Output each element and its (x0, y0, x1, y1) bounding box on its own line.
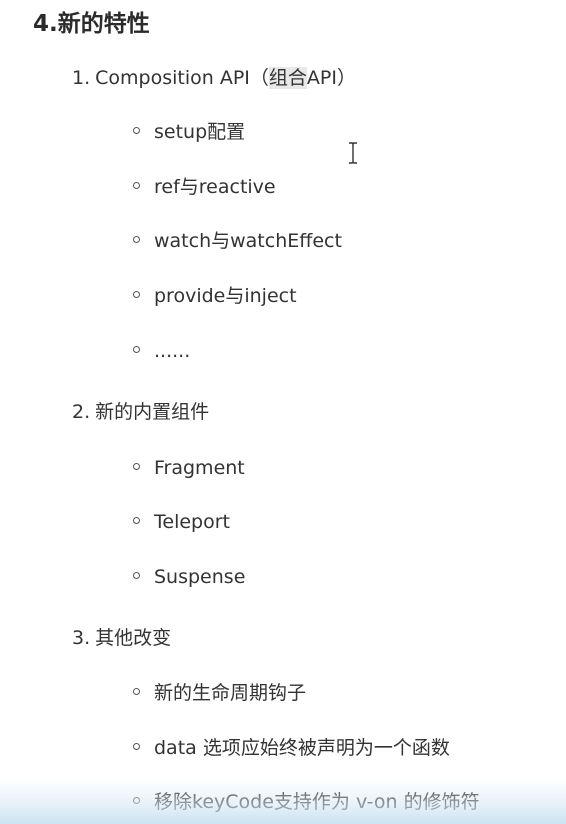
bullet-icon (133, 346, 140, 353)
bullet-icon (133, 236, 140, 243)
bullet-item-label: provide与inject (154, 285, 297, 307)
item-number: 3. (72, 627, 91, 649)
bullet-icon (133, 517, 140, 524)
bullet-item-label: 新的生命周期钩子 (154, 682, 307, 704)
bullet-item: data 选项应始终被声明为一个函数 (133, 735, 450, 761)
ordered-item-composition-api: 1. Composition API（组合API） (72, 65, 356, 91)
bullet-icon (133, 127, 140, 134)
ordered-item-other-changes: 3. 其他改变 (72, 625, 171, 651)
bullet-item: Fragment (133, 455, 245, 481)
bullet-item-label: setup配置 (154, 121, 246, 143)
bullet-icon (133, 797, 140, 804)
bullet-item: watch与watchEffect (133, 228, 342, 254)
selected-text: 组合 (268, 67, 307, 89)
bullet-icon (133, 572, 140, 579)
bullet-icon (133, 291, 140, 298)
item-number: 1. (72, 67, 91, 89)
item-label: Composition API（ (95, 67, 269, 89)
bullet-item: Teleport (133, 509, 230, 535)
bullet-icon (133, 182, 140, 189)
item-label: 新的内置组件 (95, 401, 210, 423)
bullet-item-label: Suspense (154, 566, 246, 588)
bullet-item: Suspense (133, 564, 245, 590)
item-label: 其他改变 (95, 627, 172, 649)
bullet-item-label: watch与watchEffect (154, 230, 342, 252)
item-label-rest: API） (306, 67, 356, 89)
bullet-item: ...... (133, 338, 190, 364)
bullet-item-label: ref与reactive (154, 176, 276, 198)
ordered-item-builtin-components: 2. 新的内置组件 (72, 399, 209, 425)
bullet-item-label: Teleport (154, 511, 230, 533)
item-number: 2. (72, 401, 91, 423)
bullet-item-label: data 选项应始终被声明为一个函数 (154, 737, 450, 759)
bullet-icon (133, 688, 140, 695)
bullet-item: provide与inject (133, 283, 297, 309)
bullet-icon (133, 743, 140, 750)
bullet-item: setup配置 (133, 119, 245, 145)
bullet-item: ref与reactive (133, 174, 276, 200)
bullet-item-label: 移除keyCode支持作为 v-on 的修饰符 (154, 791, 480, 813)
bullet-item: 新的生命周期钩子 (133, 680, 306, 706)
bullet-icon (133, 463, 140, 470)
bullet-item-label: ...... (154, 340, 191, 362)
section-heading: 4.新的特性 (33, 11, 150, 37)
bullet-item-label: Fragment (154, 457, 245, 479)
text-cursor-icon (349, 142, 357, 164)
bullet-item: 移除keyCode支持作为 v-on 的修饰符 (133, 789, 480, 815)
